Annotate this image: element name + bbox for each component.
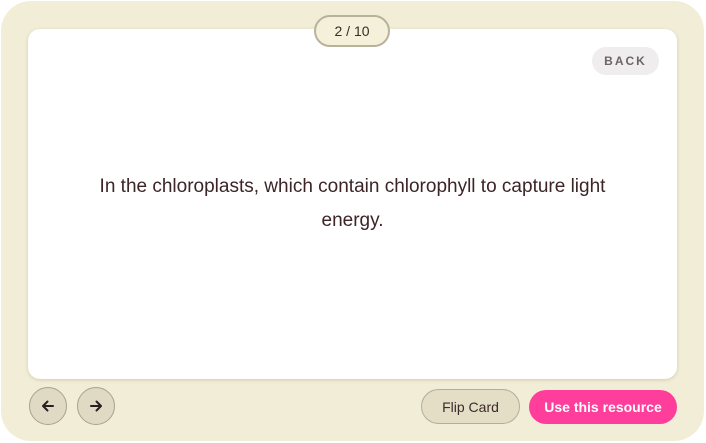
card-counter: 2 / 10 [314, 15, 390, 47]
back-button[interactable]: BACK [592, 47, 659, 75]
previous-card-button[interactable] [29, 387, 67, 425]
arrow-right-icon [90, 400, 102, 412]
next-card-button[interactable] [77, 387, 115, 425]
flip-card-button[interactable]: Flip Card [421, 389, 520, 424]
arrow-left-icon [42, 400, 54, 412]
use-resource-button[interactable]: Use this resource [529, 390, 677, 424]
card-text: In the chloroplasts, which contain chlor… [99, 176, 606, 231]
